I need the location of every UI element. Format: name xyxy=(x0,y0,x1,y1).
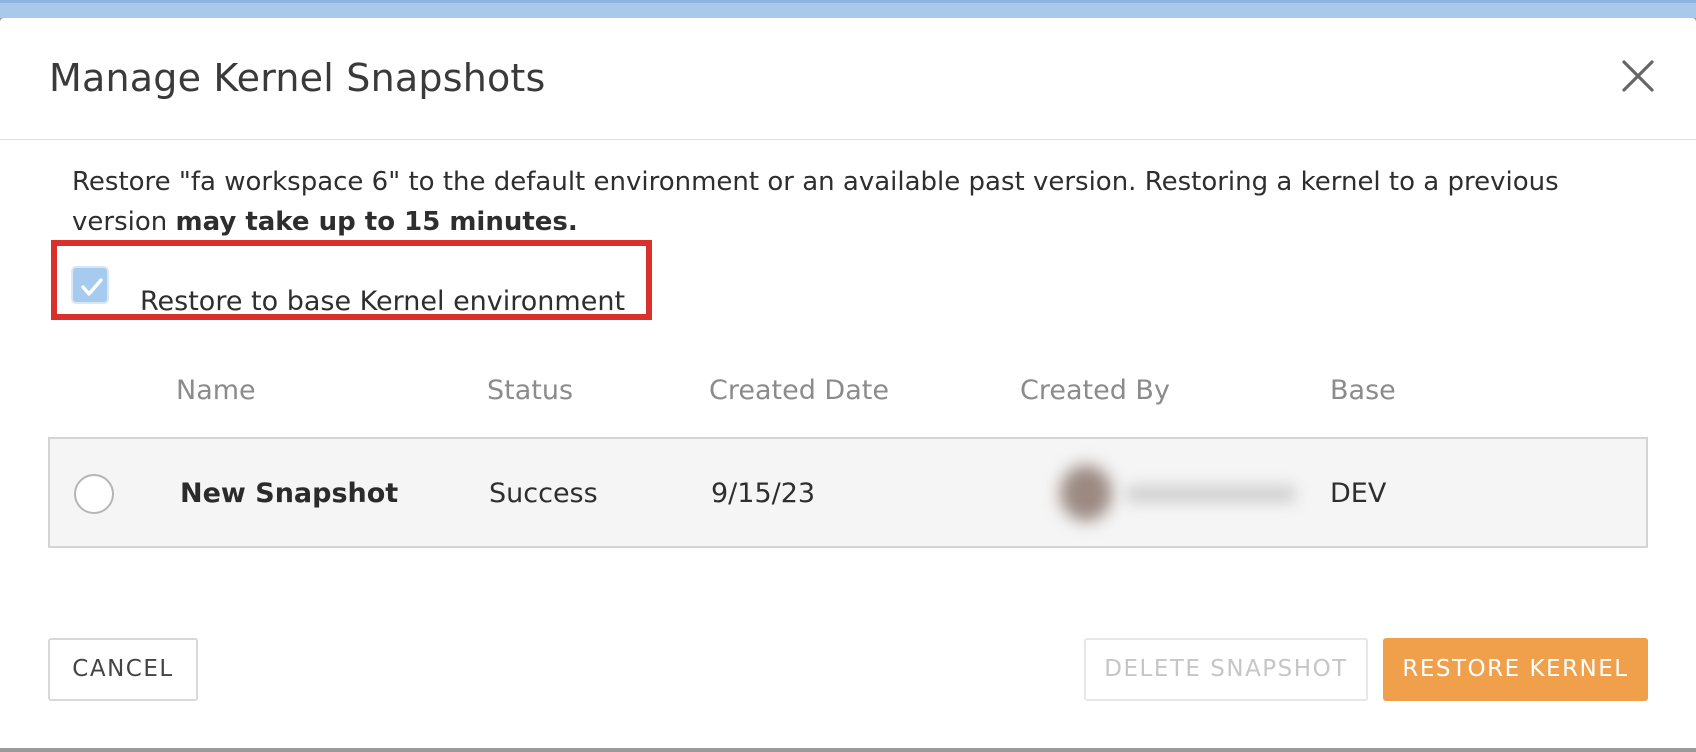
redacted-user-name xyxy=(1126,485,1296,503)
dialog-title: Manage Kernel Snapshots xyxy=(49,56,546,100)
snapshot-created-date: 9/15/23 xyxy=(711,478,816,509)
dialog-header: Manage Kernel Snapshots xyxy=(0,18,1696,140)
column-header-base: Base xyxy=(1330,375,1396,406)
backdrop-bottom-edge xyxy=(0,748,1696,752)
column-header-created-by: Created By xyxy=(1020,375,1170,406)
cancel-button[interactable]: CANCEL xyxy=(48,638,198,701)
check-icon xyxy=(81,278,103,296)
snapshot-created-by xyxy=(1006,459,1326,527)
description-bold-text: may take up to 15 minutes. xyxy=(175,207,578,237)
restore-base-checkbox[interactable] xyxy=(71,266,109,304)
snapshot-row[interactable]: New Snapshot Success 9/15/23 DEV xyxy=(48,437,1648,548)
snapshot-status: Success xyxy=(489,478,598,509)
snapshot-select-radio[interactable] xyxy=(74,474,114,514)
avatar xyxy=(1060,465,1112,521)
restore-base-label[interactable]: Restore to base Kernel environment xyxy=(140,285,625,319)
restore-kernel-button[interactable]: RESTORE KERNEL xyxy=(1383,638,1648,701)
delete-snapshot-button[interactable]: DELETE SNAPSHOT xyxy=(1084,638,1368,701)
column-header-status: Status xyxy=(487,375,574,406)
backdrop-header-strip xyxy=(0,0,1696,18)
dialog-description: Restore "fa workspace 6" to the default … xyxy=(72,162,1632,242)
column-header-name: Name xyxy=(176,375,256,406)
close-button[interactable] xyxy=(1620,58,1656,94)
snapshot-name: New Snapshot xyxy=(180,478,399,509)
close-icon xyxy=(1622,60,1654,92)
column-header-created-date: Created Date xyxy=(709,375,889,406)
snapshot-base: DEV xyxy=(1330,478,1387,509)
